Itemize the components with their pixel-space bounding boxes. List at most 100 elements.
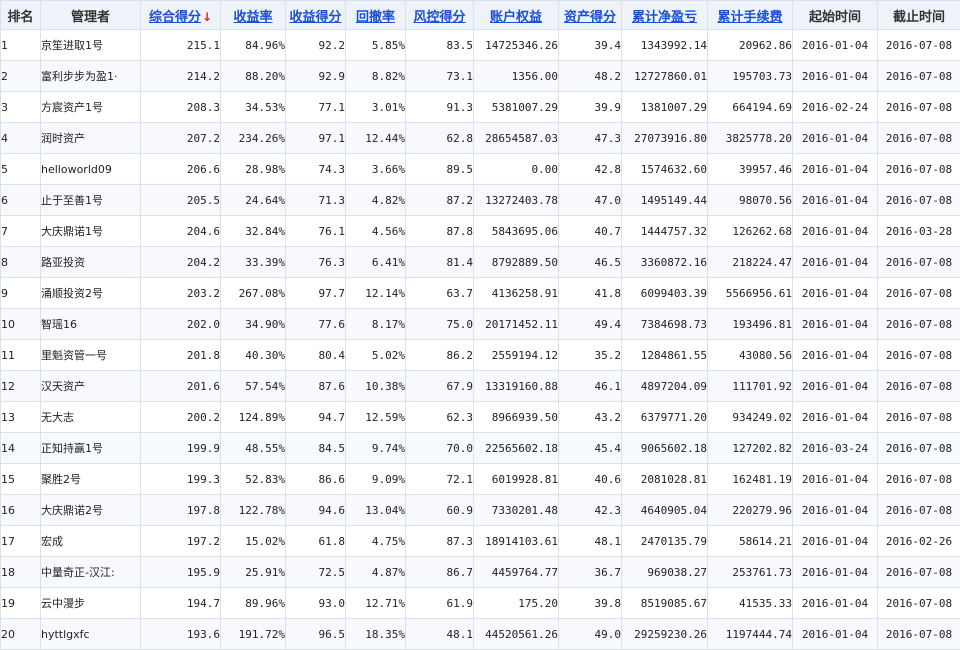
table-row[interactable]: 9涌顺投资2号203.2267.08%97.712.14%63.74136258… <box>1 278 960 309</box>
table-row[interactable]: 17宏成197.215.02%61.84.75%87.318914103.614… <box>1 526 960 557</box>
cell-rank: 8 <box>1 247 41 278</box>
cell-equity: 44520561.26 <box>474 619 559 650</box>
cell-start-date: 2016-01-04 <box>793 216 878 247</box>
cell-start-date: 2016-01-04 <box>793 278 878 309</box>
table-row[interactable]: 15聚胜2号199.352.83%86.69.09%72.16019928.81… <box>1 464 960 495</box>
col-header-end: 截止时间 <box>878 1 960 30</box>
table-row[interactable]: 12汉天资产201.657.54%87.610.38%67.913319160.… <box>1 371 960 402</box>
table-row[interactable]: 14正知持赢1号199.948.55%84.59.74%70.022565602… <box>1 433 960 464</box>
cell-return-rate: 24.64% <box>221 185 286 216</box>
cell-return-score: 72.5 <box>286 557 346 588</box>
cell-risk-score: 81.4 <box>406 247 474 278</box>
cell-manager-name: 路亚投资 <box>41 247 141 278</box>
table-row[interactable]: 1京笙进取1号215.184.96%92.25.85%83.514725346.… <box>1 30 960 61</box>
col-header-composite-label[interactable]: 综合得分 <box>149 10 201 25</box>
cell-cum-fee: 3825778.20 <box>708 123 793 154</box>
table-row[interactable]: 11里魁资管一号201.840.30%80.45.02%86.22559194.… <box>1 340 960 371</box>
col-header-asset-score[interactable]: 资产得分 <box>559 1 622 30</box>
col-header-start-label: 起始时间 <box>809 10 861 25</box>
cell-manager-name: 智瑶16 <box>41 309 141 340</box>
col-header-equity-label[interactable]: 账户权益 <box>490 10 542 25</box>
col-header-cum-net-profit-label[interactable]: 累计净盈亏 <box>632 10 697 25</box>
cell-manager-name: 中量奇正-汉江: <box>41 557 141 588</box>
cell-cum-fee: 934249.02 <box>708 402 793 433</box>
table-row[interactable]: 13无大志200.2124.89%94.712.59%62.38966939.5… <box>1 402 960 433</box>
cell-composite-score: 193.6 <box>141 619 221 650</box>
col-header-drawdown-label[interactable]: 回撤率 <box>356 10 395 25</box>
table-row[interactable]: 16大庆鼎诺2号197.8122.78%94.613.04%60.9733020… <box>1 495 960 526</box>
cell-asset-score: 40.7 <box>559 216 622 247</box>
cell-start-date: 2016-01-04 <box>793 557 878 588</box>
table-row[interactable]: 10智瑶16202.034.90%77.68.17%75.020171452.1… <box>1 309 960 340</box>
table-row[interactable]: 18中量奇正-汉江:195.925.91%72.54.87%86.7445976… <box>1 557 960 588</box>
cell-rank: 18 <box>1 557 41 588</box>
table-row[interactable]: 20hyttlgxfc193.6191.72%96.518.35%48.1445… <box>1 619 960 650</box>
cell-composite-score: 201.8 <box>141 340 221 371</box>
cell-return-rate: 33.39% <box>221 247 286 278</box>
cell-cum-net-profit: 6379771.20 <box>622 402 708 433</box>
table-row[interactable]: 6止于至善1号205.524.64%71.34.82%87.213272403.… <box>1 185 960 216</box>
cell-risk-score: 91.3 <box>406 92 474 123</box>
cell-end-date: 2016-07-08 <box>878 619 960 650</box>
cell-return-rate: 52.83% <box>221 464 286 495</box>
col-header-return-score[interactable]: 收益得分 <box>286 1 346 30</box>
cell-drawdown: 6.41% <box>346 247 406 278</box>
cell-start-date: 2016-01-04 <box>793 154 878 185</box>
cell-equity: 8966939.50 <box>474 402 559 433</box>
col-header-equity[interactable]: 账户权益 <box>474 1 559 30</box>
cell-manager-name: 大庆鼎诺1号 <box>41 216 141 247</box>
col-header-return-score-label[interactable]: 收益得分 <box>289 10 341 25</box>
table-row[interactable]: 19云中漫步194.789.96%93.012.71%61.9175.2039.… <box>1 588 960 619</box>
col-header-cum-fee-label[interactable]: 累计手续费 <box>717 10 782 25</box>
col-header-risk-score-label[interactable]: 风控得分 <box>413 10 465 25</box>
cell-cum-fee: 220279.96 <box>708 495 793 526</box>
cell-drawdown: 4.56% <box>346 216 406 247</box>
cell-cum-fee: 1197444.74 <box>708 619 793 650</box>
cell-return-score: 80.4 <box>286 340 346 371</box>
cell-cum-fee: 39957.46 <box>708 154 793 185</box>
cell-end-date: 2016-07-08 <box>878 309 960 340</box>
cell-return-rate: 40.30% <box>221 340 286 371</box>
cell-drawdown: 3.66% <box>346 154 406 185</box>
cell-end-date: 2016-07-08 <box>878 123 960 154</box>
cell-equity: 13272403.78 <box>474 185 559 216</box>
col-header-return-rate[interactable]: 收益率 <box>221 1 286 30</box>
cell-composite-score: 203.2 <box>141 278 221 309</box>
table-row[interactable]: 7大庆鼎诺1号204.632.84%76.14.56%87.85843695.0… <box>1 216 960 247</box>
col-header-start: 起始时间 <box>793 1 878 30</box>
cell-cum-net-profit: 27073916.80 <box>622 123 708 154</box>
col-header-asset-score-label[interactable]: 资产得分 <box>564 10 616 25</box>
table-row[interactable]: 2富利步步为盈1·214.288.20%92.98.82%73.11356.00… <box>1 61 960 92</box>
cell-rank: 10 <box>1 309 41 340</box>
col-header-cum-fee[interactable]: 累计手续费 <box>708 1 793 30</box>
cell-asset-score: 39.8 <box>559 588 622 619</box>
cell-risk-score: 87.3 <box>406 526 474 557</box>
table-row[interactable]: 4润时资产207.2234.26%97.112.44%62.828654587.… <box>1 123 960 154</box>
cell-asset-score: 45.4 <box>559 433 622 464</box>
cell-end-date: 2016-07-08 <box>878 495 960 526</box>
table-row[interactable]: 5helloworld09206.628.98%74.33.66%89.50.0… <box>1 154 960 185</box>
cell-asset-score: 35.2 <box>559 340 622 371</box>
col-header-drawdown[interactable]: 回撤率 <box>346 1 406 30</box>
cell-cum-net-profit: 8519085.67 <box>622 588 708 619</box>
cell-drawdown: 12.14% <box>346 278 406 309</box>
col-header-risk-score[interactable]: 风控得分 <box>406 1 474 30</box>
cell-risk-score: 48.1 <box>406 619 474 650</box>
col-header-composite[interactable]: 综合得分↓ <box>141 1 221 30</box>
cell-equity: 5843695.06 <box>474 216 559 247</box>
cell-return-score: 86.6 <box>286 464 346 495</box>
cell-risk-score: 87.2 <box>406 185 474 216</box>
cell-start-date: 2016-01-04 <box>793 309 878 340</box>
cell-start-date: 2016-01-04 <box>793 464 878 495</box>
table-row[interactable]: 8路亚投资204.233.39%76.36.41%81.48792889.504… <box>1 247 960 278</box>
table-body: 1京笙进取1号215.184.96%92.25.85%83.514725346.… <box>1 30 960 650</box>
col-header-return-rate-label[interactable]: 收益率 <box>233 10 272 25</box>
table-header-row: 排名 管理者 综合得分↓ 收益率 收益得分 回撤率 风控得分 账户权益 资产得分… <box>1 1 960 30</box>
cell-start-date: 2016-01-04 <box>793 61 878 92</box>
cell-cum-net-profit: 1495149.44 <box>622 185 708 216</box>
table-row[interactable]: 3方宸资产1号208.334.53%77.13.01%91.35381007.2… <box>1 92 960 123</box>
cell-end-date: 2016-07-08 <box>878 464 960 495</box>
col-header-cum-net-profit[interactable]: 累计净盈亏 <box>622 1 708 30</box>
cell-equity: 0.00 <box>474 154 559 185</box>
cell-return-rate: 234.26% <box>221 123 286 154</box>
